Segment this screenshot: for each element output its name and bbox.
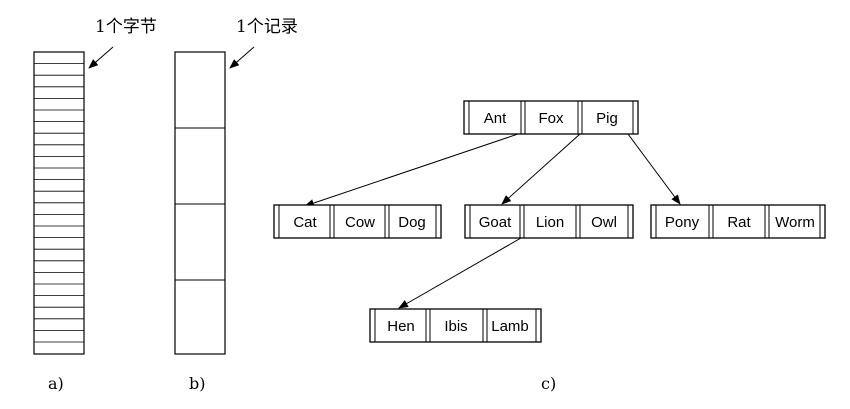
tree-node-root: Ant Fox Pig <box>463 100 639 135</box>
tree-key: Pony <box>665 214 700 231</box>
record-callout-label: 1个记录 <box>236 17 298 37</box>
tree-key: Ant <box>484 110 507 127</box>
tree-key: Goat <box>479 214 512 231</box>
tree-key: Pig <box>596 110 618 127</box>
tree-key: Dog <box>398 214 426 231</box>
panel-b-caption: b) <box>189 374 205 393</box>
byte-callout-label: 1个字节 <box>95 17 157 37</box>
tree-key: Lion <box>536 214 564 231</box>
tree-key: Fox <box>538 110 564 127</box>
tree-node-child-1: Cat Cow Dog <box>273 204 442 239</box>
tree-key: Cow <box>345 214 375 231</box>
tree-node-grandchild: Hen Ibis Lamb <box>369 308 542 343</box>
tree-key: Lamb <box>491 318 529 335</box>
tree-node-child-3: Pony Rat Worm <box>650 204 826 239</box>
tree-node-child-2: Goat Lion Owl <box>464 204 634 239</box>
panel-a-caption: a) <box>48 374 64 393</box>
tree-arrow-pony <box>627 133 681 205</box>
tree-arrow-hen <box>398 237 522 309</box>
tree-arrow-cat <box>304 133 519 207</box>
panel-c: Ant Fox Pig Cat Cow Dog Goat Lion Owl Po… <box>273 100 826 393</box>
tree-key: Ibis <box>444 318 467 335</box>
record-callout-arrow <box>229 46 255 69</box>
tree-key: Worm <box>775 214 815 231</box>
tree-arrow-goat <box>501 133 581 205</box>
file-structures-figure: 1个字节 a) 1个记录 b) Ant Fox Pig Cat Cow Dog … <box>33 17 826 393</box>
tree-key: Rat <box>727 214 751 231</box>
tree-key: Hen <box>387 318 415 335</box>
panel-c-caption: c) <box>541 374 556 393</box>
tree-key: Owl <box>591 214 617 231</box>
byte-callout-arrow <box>88 46 114 69</box>
tree-key: Cat <box>293 214 317 231</box>
panel-a: 1个字节 a) <box>33 17 157 393</box>
record-sequence-file <box>174 51 226 355</box>
